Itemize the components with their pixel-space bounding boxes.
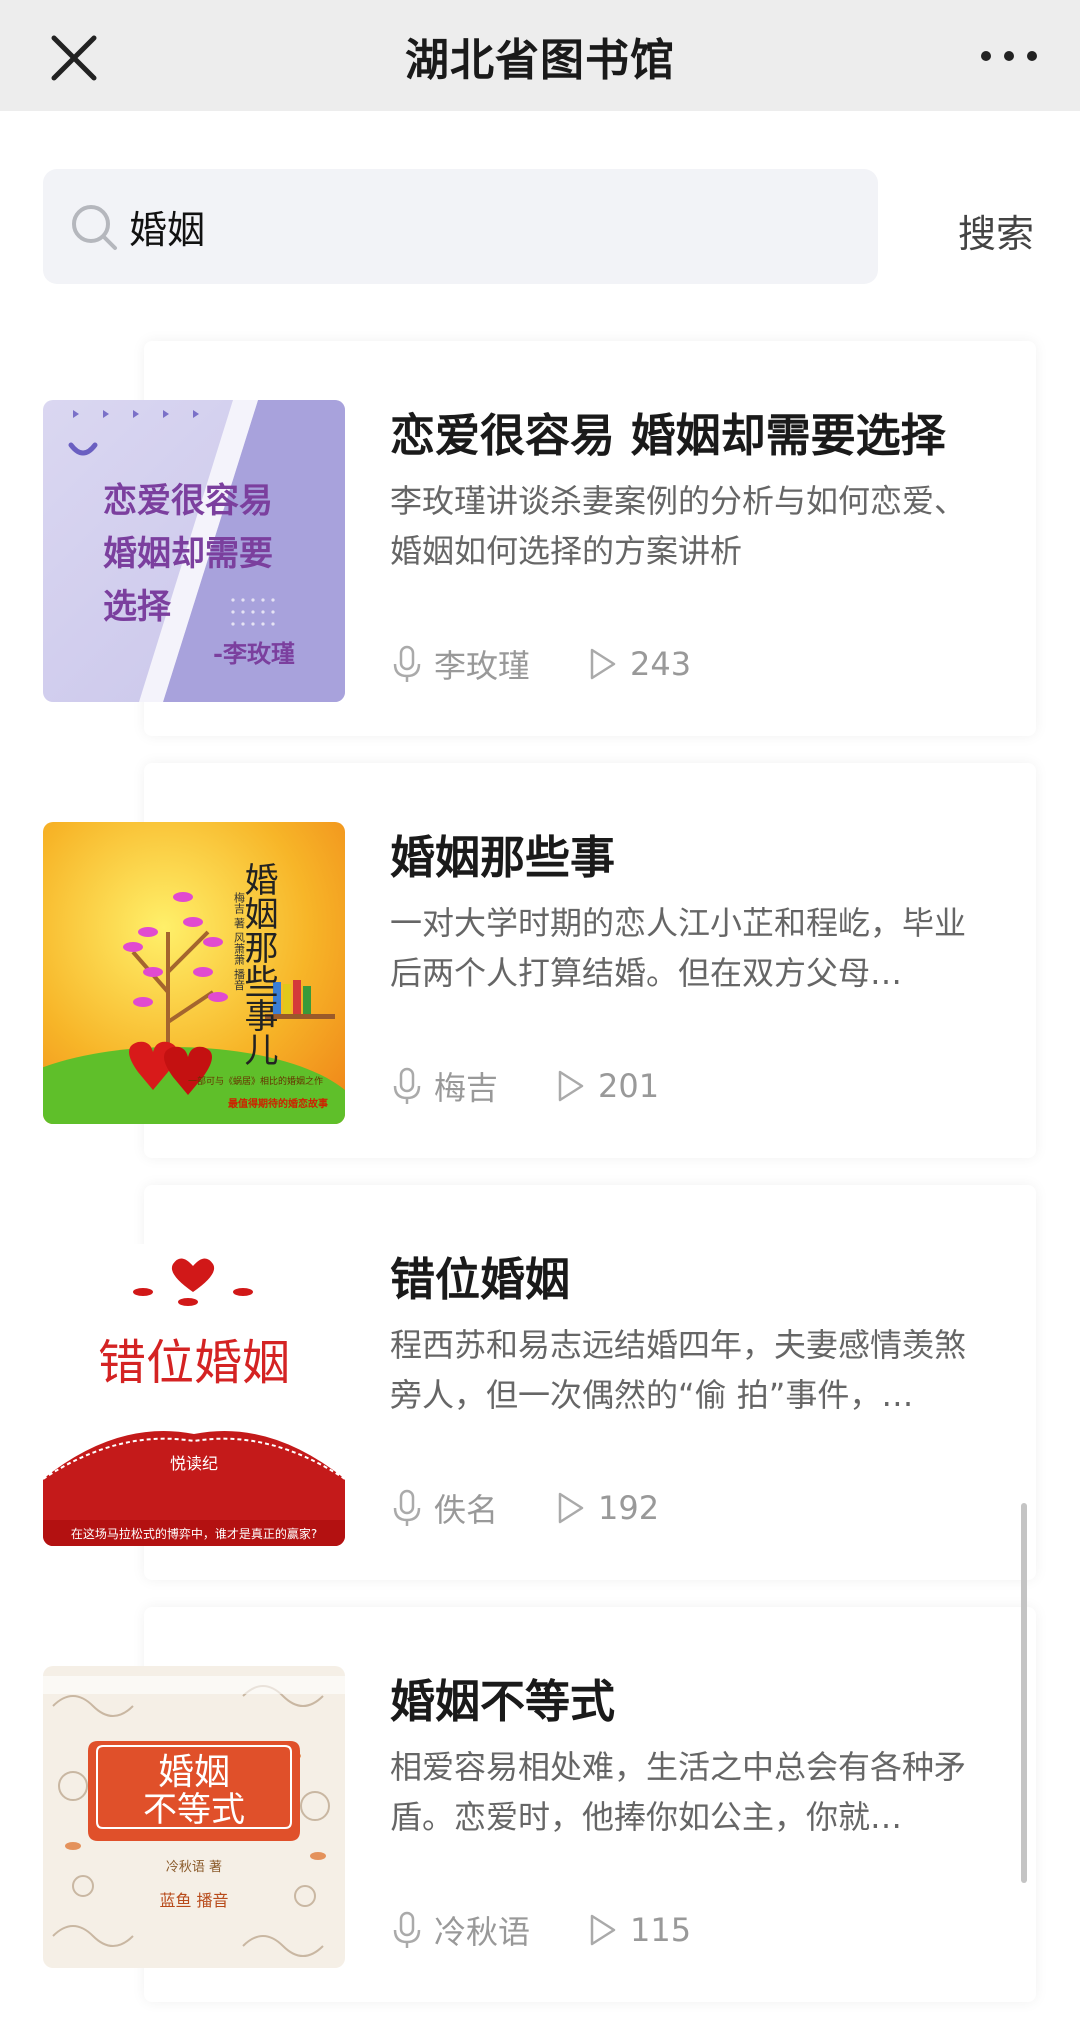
result-list: 恋爱很容易 婚姻却需要 选择 -李玫瑾 恋爱很容易 婚姻却需要选择 李玫瑾讲谈杀…	[0, 331, 1080, 2019]
microphone-icon	[393, 1067, 421, 1104]
item-description: 相爱容易相处难，生活之中总会有各种矛盾。恋爱时，他捧你如公主，你就…	[390, 1748, 967, 1836]
item-title: 婚姻那些事	[390, 831, 616, 884]
item-title: 错位婚姻	[390, 1253, 571, 1306]
svg-text:不等式: 不等式	[143, 1790, 245, 1830]
item-title: 婚姻不等式	[390, 1675, 616, 1728]
item-author: 佚名	[434, 1491, 499, 1529]
play-count-icon	[590, 648, 616, 680]
microphone-icon	[393, 1489, 421, 1526]
item-meta: 冷秋语 115	[390, 1907, 691, 1953]
item-description: 李玫瑾讲谈杀妻案例的分析与如何恋爱、 婚姻如何选择的方案讲析	[390, 482, 967, 570]
item-meta: 佚名 192	[390, 1485, 659, 1531]
search-bar: 搜索	[0, 111, 1080, 331]
svg-text:-李玫瑾: -李玫瑾	[213, 639, 295, 668]
list-item[interactable]: 婚姻那些事儿 梅吉 著 风萧萧 播音 一部可与《蜗居》相比的婚姻之作 最值得期待…	[0, 753, 1080, 1175]
page-title: 湖北省图书馆	[405, 34, 675, 86]
item-author: 梅吉	[434, 1069, 499, 1107]
item-description: 程西苏和易志远结婚四年，夫妻感情羡煞旁人，但一次偶然的“偷 拍”事件，…	[390, 1326, 967, 1414]
item-title: 恋爱很容易 婚姻却需要选择	[390, 409, 946, 462]
svg-text:蓝鱼 播音: 蓝鱼 播音	[159, 1891, 228, 1910]
title-bar: 湖北省图书馆	[0, 0, 1080, 111]
microphone-icon	[393, 645, 421, 682]
svg-text:冷秋语 著: 冷秋语 著	[166, 1860, 222, 1875]
svg-text:一部可与《蜗居》相比的婚姻之作: 一部可与《蜗居》相比的婚姻之作	[188, 1075, 323, 1087]
play-count-icon	[558, 1492, 584, 1524]
close-icon[interactable]	[44, 28, 104, 88]
svg-text:悦读纪: 悦读纪	[170, 1454, 218, 1473]
cover-image: 婚姻那些事儿 梅吉 著 风萧萧 播音 一部可与《蜗居》相比的婚姻之作 最值得期待…	[43, 822, 345, 1124]
cover-image: 错位婚姻 悦读纪 在这场马拉松式的博弈中，谁才是真正的赢家?	[43, 1244, 345, 1546]
search-box[interactable]	[43, 169, 878, 284]
item-meta: 李玫瑾 243	[390, 641, 691, 687]
scrollbar[interactable]	[1021, 1503, 1027, 1883]
list-item[interactable]: 恋爱很容易 婚姻却需要 选择 -李玫瑾 恋爱很容易 婚姻却需要选择 李玫瑾讲谈杀…	[0, 331, 1080, 753]
item-description: 一对大学时期的恋人江小芷和程屹，毕业后两个人打算结婚。但在双方父母…	[390, 904, 967, 992]
svg-text:恋爱很容易: 恋爱很容易	[103, 481, 273, 521]
item-play-count: 243	[630, 645, 692, 683]
item-play-count: 115	[630, 1911, 692, 1949]
list-item[interactable]: 婚姻 不等式 冷秋语 著 蓝鱼 播音 婚姻不等式 相爱容易相处难，生活之中总会有…	[0, 1597, 1080, 2019]
play-count-icon	[558, 1070, 584, 1102]
item-author: 李玫瑾	[434, 647, 531, 685]
list-item[interactable]: 错位婚姻 悦读纪 在这场马拉松式的博弈中，谁才是真正的赢家? 错位婚姻 程西苏和…	[0, 1175, 1080, 1597]
svg-text:梅吉 著 风萧萧 播音: 梅吉 著 风萧萧 播音	[233, 891, 246, 991]
svg-text:在这场马拉松式的博弈中，谁才是真正的赢家?: 在这场马拉松式的博弈中，谁才是真正的赢家?	[71, 1526, 317, 1541]
cover-image: 恋爱很容易 婚姻却需要 选择 -李玫瑾	[43, 400, 345, 702]
item-play-count: 192	[598, 1489, 660, 1527]
cover-image: 婚姻 不等式 冷秋语 著 蓝鱼 播音	[43, 1666, 345, 1968]
svg-text:最值得期待的婚恋故事: 最值得期待的婚恋故事	[228, 1097, 328, 1110]
svg-text:婚姻却需要: 婚姻却需要	[103, 534, 273, 574]
more-options-icon[interactable]	[974, 36, 1044, 76]
svg-text:婚姻: 婚姻	[158, 1752, 230, 1793]
microphone-icon	[393, 1911, 421, 1948]
svg-text:错位婚姻: 错位婚姻	[98, 1335, 290, 1391]
item-meta: 梅吉 201	[390, 1063, 659, 1109]
search-icon	[72, 204, 117, 250]
item-play-count: 201	[598, 1067, 660, 1105]
search-button[interactable]: 搜索	[958, 203, 1034, 258]
search-input[interactable]	[129, 204, 829, 249]
play-count-icon	[590, 1914, 616, 1946]
item-author: 冷秋语	[434, 1913, 531, 1951]
svg-text:选择: 选择	[103, 587, 172, 627]
